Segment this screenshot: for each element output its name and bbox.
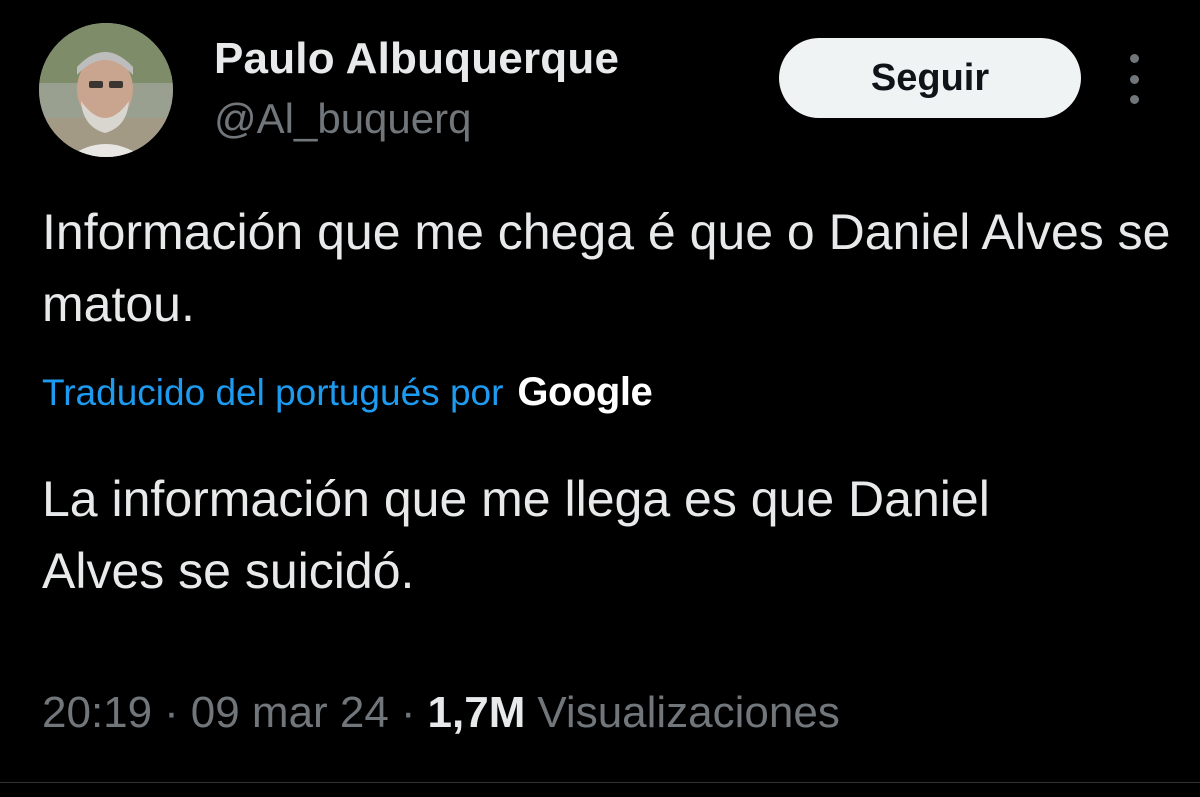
author-handle[interactable]: @Al_buquerq — [214, 95, 471, 143]
google-logo: Google — [517, 370, 653, 414]
tweet-translated-text: La información que me llega es que Danie… — [42, 471, 990, 599]
tweet-meta: 20:19 · 09 mar 24 · 1,7M Visualizaciones — [42, 688, 840, 738]
translation-label[interactable]: Traducido del portugués por — [42, 372, 503, 414]
meta-separator: · — [400, 688, 416, 737]
views-count[interactable]: 1,7M — [428, 688, 526, 738]
meta-separator: · — [164, 688, 179, 737]
tweet-date[interactable]: 09 mar 24 — [191, 688, 389, 738]
follow-button[interactable]: Seguir — [779, 38, 1081, 118]
author-name[interactable]: Paulo Albuquerque — [214, 34, 619, 84]
views-label: Visualizaciones — [537, 688, 840, 737]
avatar-photo — [39, 23, 173, 157]
tweet-time[interactable]: 20:19 — [42, 688, 152, 738]
divider — [0, 782, 1200, 783]
tweet-original-text: Información que me chega é que o Daniel … — [42, 204, 1171, 332]
author-avatar[interactable] — [39, 23, 173, 157]
more-options-button[interactable] — [1118, 54, 1150, 104]
vertical-ellipsis-icon — [1129, 54, 1139, 63]
translation-attribution: Traducido del portugués por Google — [42, 370, 653, 415]
tweet-card: Paulo Albuquerque @Al_buquerq Seguir Inf… — [0, 0, 1200, 797]
